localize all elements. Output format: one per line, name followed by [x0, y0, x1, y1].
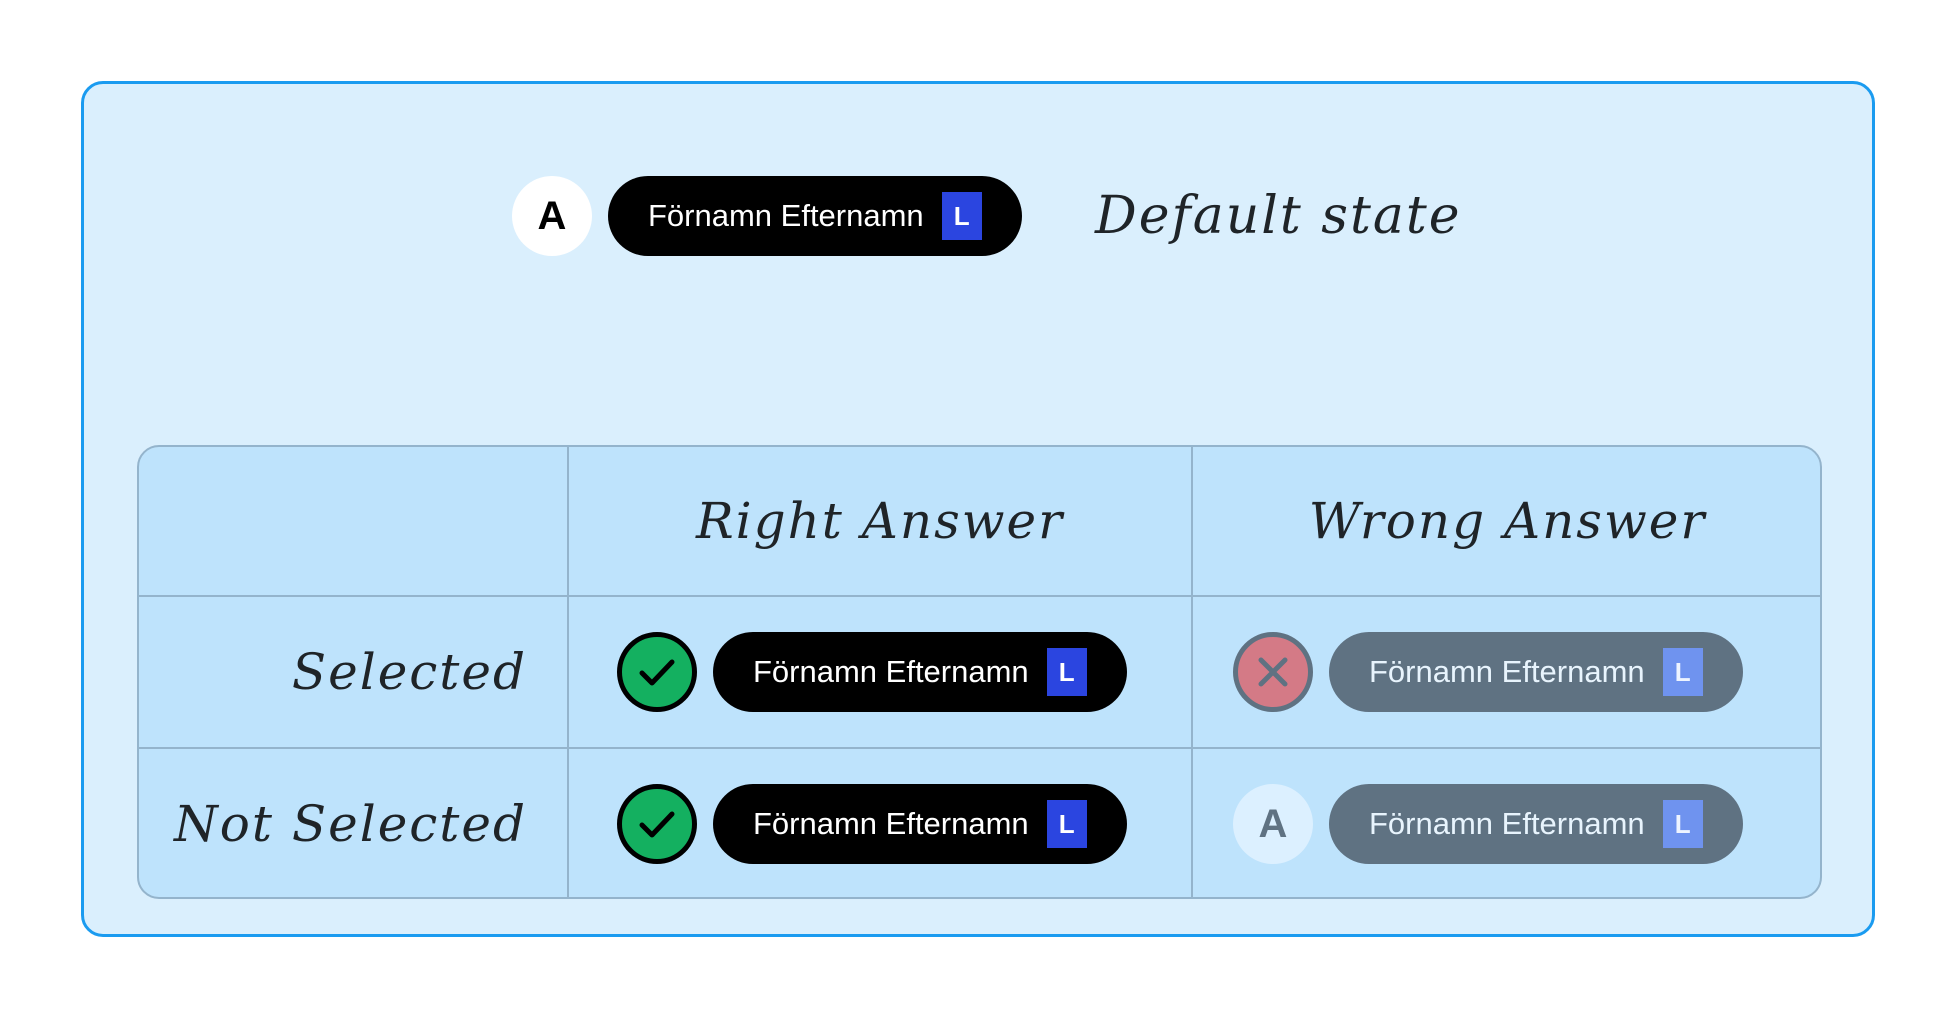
check-icon: [617, 632, 697, 712]
name-pill[interactable]: Förnamn Efternamn L: [713, 632, 1127, 712]
name-pill[interactable]: Förnamn Efternamn L: [713, 784, 1127, 864]
name-pill[interactable]: Förnamn Efternamn L: [1329, 632, 1743, 712]
column-header-wrong-answer: Wrong Answer: [1308, 492, 1707, 550]
cell-not-selected-wrong: A Förnamn Efternamn L: [1233, 749, 1743, 897]
column-header-right-answer: Right Answer: [695, 492, 1065, 550]
cell-selected-wrong: Förnamn Efternamn L: [1233, 597, 1743, 747]
default-state-row: A Förnamn Efternamn L: [512, 176, 1022, 256]
name-label: Förnamn Efternamn: [1369, 654, 1645, 689]
default-state-label: Default state: [1095, 186, 1462, 246]
name-label: Förnamn Efternamn: [753, 806, 1029, 841]
avatar-letter: A: [1233, 784, 1313, 864]
level-badge: L: [1046, 800, 1087, 848]
row-header-not-selected: Not Selected: [174, 795, 527, 853]
states-table: Right Answer Wrong Answer Selected Förna…: [137, 445, 1822, 899]
check-icon: [617, 784, 697, 864]
avatar-letter: A: [512, 176, 592, 256]
row-header-selected: Selected: [291, 643, 527, 701]
name-label: Förnamn Efternamn: [648, 198, 924, 233]
level-badge: L: [1662, 800, 1703, 848]
cell-selected-right: Förnamn Efternamn L: [617, 597, 1127, 747]
name-label: Förnamn Efternamn: [753, 654, 1029, 689]
name-pill[interactable]: Förnamn Efternamn L: [608, 176, 1022, 256]
x-icon: [1233, 632, 1313, 712]
name-label: Förnamn Efternamn: [1369, 806, 1645, 841]
name-pill[interactable]: Förnamn Efternamn L: [1329, 784, 1743, 864]
level-badge: L: [941, 192, 982, 240]
level-badge: L: [1046, 648, 1087, 696]
cell-not-selected-right: Förnamn Efternamn L: [617, 749, 1127, 897]
level-badge: L: [1662, 648, 1703, 696]
